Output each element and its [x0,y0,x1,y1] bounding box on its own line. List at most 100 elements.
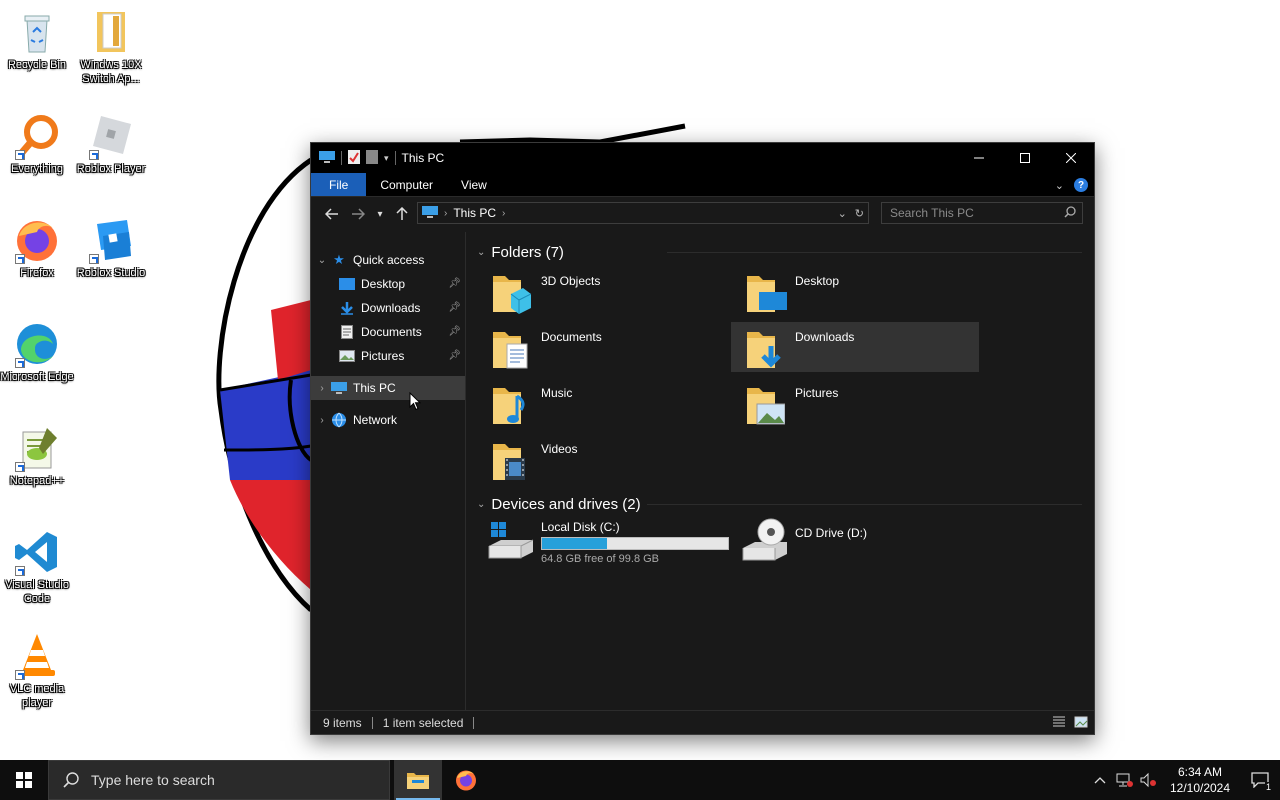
back-button[interactable] [319,201,345,227]
taskbar-file-explorer[interactable] [394,760,442,800]
vscode-icon [13,528,61,576]
folder-item-desktop[interactable]: Desktop [731,266,979,316]
shortcut-arrow-icon [15,254,25,264]
large-icons-view-icon[interactable] [1074,715,1088,732]
desktop-icon-windws-10x[interactable]: Windws 10X Switch Ap... [74,8,148,86]
ribbon-tabs: File Computer View ⌄ ? [311,173,1094,197]
folder-item-documents[interactable]: Documents [477,322,725,372]
taskbar-firefox[interactable] [442,760,490,800]
folder-item-videos[interactable]: Videos [477,434,725,484]
pin-icon: 📌︎ [448,326,461,337]
drive-usage-bar [541,537,729,550]
ribbon-right-controls: ⌄ ? [1055,173,1088,197]
this-pc-icon [319,150,335,167]
nav-item-quick-access[interactable]: ⌄ ★ Quick access [311,248,465,272]
new-folder-icon[interactable] [366,149,378,167]
desktop-folder-icon [745,270,789,314]
breadcrumb-this-pc[interactable]: This PC [453,206,496,220]
network-disconnected-icon[interactable] [1112,760,1136,800]
address-bar[interactable]: › This PC › ⌄ ↻ [417,202,869,224]
up-button[interactable] [389,201,415,227]
tab-file[interactable]: File [311,173,367,196]
desktop-icon-label: VLC media player [9,683,65,709]
tab-computer[interactable]: Computer [366,173,447,196]
nav-item-pictures[interactable]: Pictures 📌︎ [311,344,465,368]
desktop-icon-vlc[interactable]: VLC media player [0,632,74,710]
desktop-icon-roblox-studio[interactable]: Roblox Studio [74,216,148,280]
chevron-right-icon[interactable]: › [313,415,331,426]
chevron-down-icon[interactable]: ⌄ [838,207,847,220]
desktop-icon-vscode[interactable]: Visual Studio Code [0,528,74,606]
nav-item-network[interactable]: › Network [311,408,465,432]
expand-ribbon-icon[interactable]: ⌄ [1055,179,1064,192]
folder-name: Pictures [795,386,839,400]
folder-item-pictures[interactable]: Pictures [731,378,979,428]
chevron-right-icon[interactable]: › [444,208,447,219]
show-hidden-icons-chevron-icon[interactable] [1088,760,1112,800]
desktop-icon-notepad-plus-plus[interactable]: Notepad++ [0,424,74,488]
nav-item-label: Desktop [361,277,406,291]
close-button[interactable] [1048,143,1094,173]
desktop-icon-roblox-player[interactable]: Roblox Player [74,112,148,176]
tab-view[interactable]: View [447,173,501,196]
drives-group-header[interactable]: ⌄ Devices and drives (2) [477,492,1094,516]
chevron-down-icon[interactable]: ⌄ [477,499,485,510]
desktop-icon-firefox[interactable]: Firefox [0,216,74,280]
nav-item-documents[interactable]: Documents 📌︎ [311,320,465,344]
drive-item-cd-drive-d[interactable]: CD Drive (D:) [741,516,867,566]
desktop-icon-everything[interactable]: Everything [0,112,74,176]
window-controls [956,143,1094,173]
drive-item-local-disk-c[interactable]: Local Disk (C:) 64.8 GB free of 99.8 GB [487,516,729,566]
help-icon[interactable]: ? [1074,178,1088,192]
windows-logo-icon [16,772,32,788]
refresh-icon[interactable]: ↻ [855,207,864,220]
roblox-studio-icon [87,216,135,264]
folder-item-3d-objects[interactable]: 3D Objects [477,266,725,316]
chevron-down-icon[interactable]: ⌄ [313,255,331,266]
action-center-button[interactable]: 1 [1240,760,1280,800]
nav-item-this-pc[interactable]: › This PC [311,376,465,400]
folder-name: Music [541,386,573,400]
chevron-down-icon[interactable]: ⌄ [477,247,485,258]
cd-drive-icon [741,516,789,564]
maximize-button[interactable] [1002,143,1048,173]
picture-icon [339,348,355,364]
shortcut-arrow-icon [15,462,25,472]
nav-item-desktop[interactable]: Desktop 📌︎ [311,272,465,296]
everything-search-icon [13,112,61,160]
desktop-icon-label: Everything [11,163,63,175]
chevron-right-icon[interactable]: › [313,383,331,394]
folder-item-downloads[interactable]: Downloads [731,322,979,372]
details-view-icon[interactable] [1052,715,1066,732]
properties-icon[interactable] [348,149,360,167]
folder-item-music[interactable]: Music [477,378,725,428]
folders-group-header[interactable]: ⌄ Folders (7) [477,240,1094,264]
navigation-pane[interactable]: ⌄ ★ Quick access Desktop 📌︎ Downloads 📌︎… [311,232,466,710]
edge-icon [13,320,61,368]
shortcut-arrow-icon [15,670,25,680]
search-input[interactable] [890,206,1060,220]
content-pane[interactable]: ⌄ Folders (7) 3D Objects Desktop Documen… [467,232,1094,710]
minimize-button[interactable] [956,143,1002,173]
taskbar-search-box[interactable]: Type here to search [48,760,390,800]
desktop-icon-edge[interactable]: Microsoft Edge [0,320,74,384]
volume-muted-icon[interactable] [1136,760,1160,800]
nav-item-downloads[interactable]: Downloads 📌︎ [311,296,465,320]
pictures-folder-icon [745,382,789,426]
group-header-label: Devices and drives (2) [491,495,641,513]
customize-toolbar-icon[interactable]: ▾ [384,153,389,164]
recent-locations-button[interactable]: ▾ [371,201,389,227]
start-button[interactable] [0,760,48,800]
folder-icon [87,8,135,56]
chevron-right-icon[interactable]: › [502,208,505,219]
search-box[interactable] [881,202,1083,224]
taskbar-clock[interactable]: 6:34 AM 12/10/2024 [1164,764,1236,796]
forward-button[interactable] [345,201,371,227]
taskbar-search-placeholder: Type here to search [91,772,215,788]
title-bar[interactable]: ▾ This PC [311,143,1094,173]
drive-usage-fill [542,538,608,549]
desktop-icon-recycle-bin[interactable]: Recycle Bin [0,8,74,72]
status-separator [371,716,373,729]
downloads-folder-icon [745,326,789,370]
desktop-icon-label: Microsoft Edge [0,371,74,383]
